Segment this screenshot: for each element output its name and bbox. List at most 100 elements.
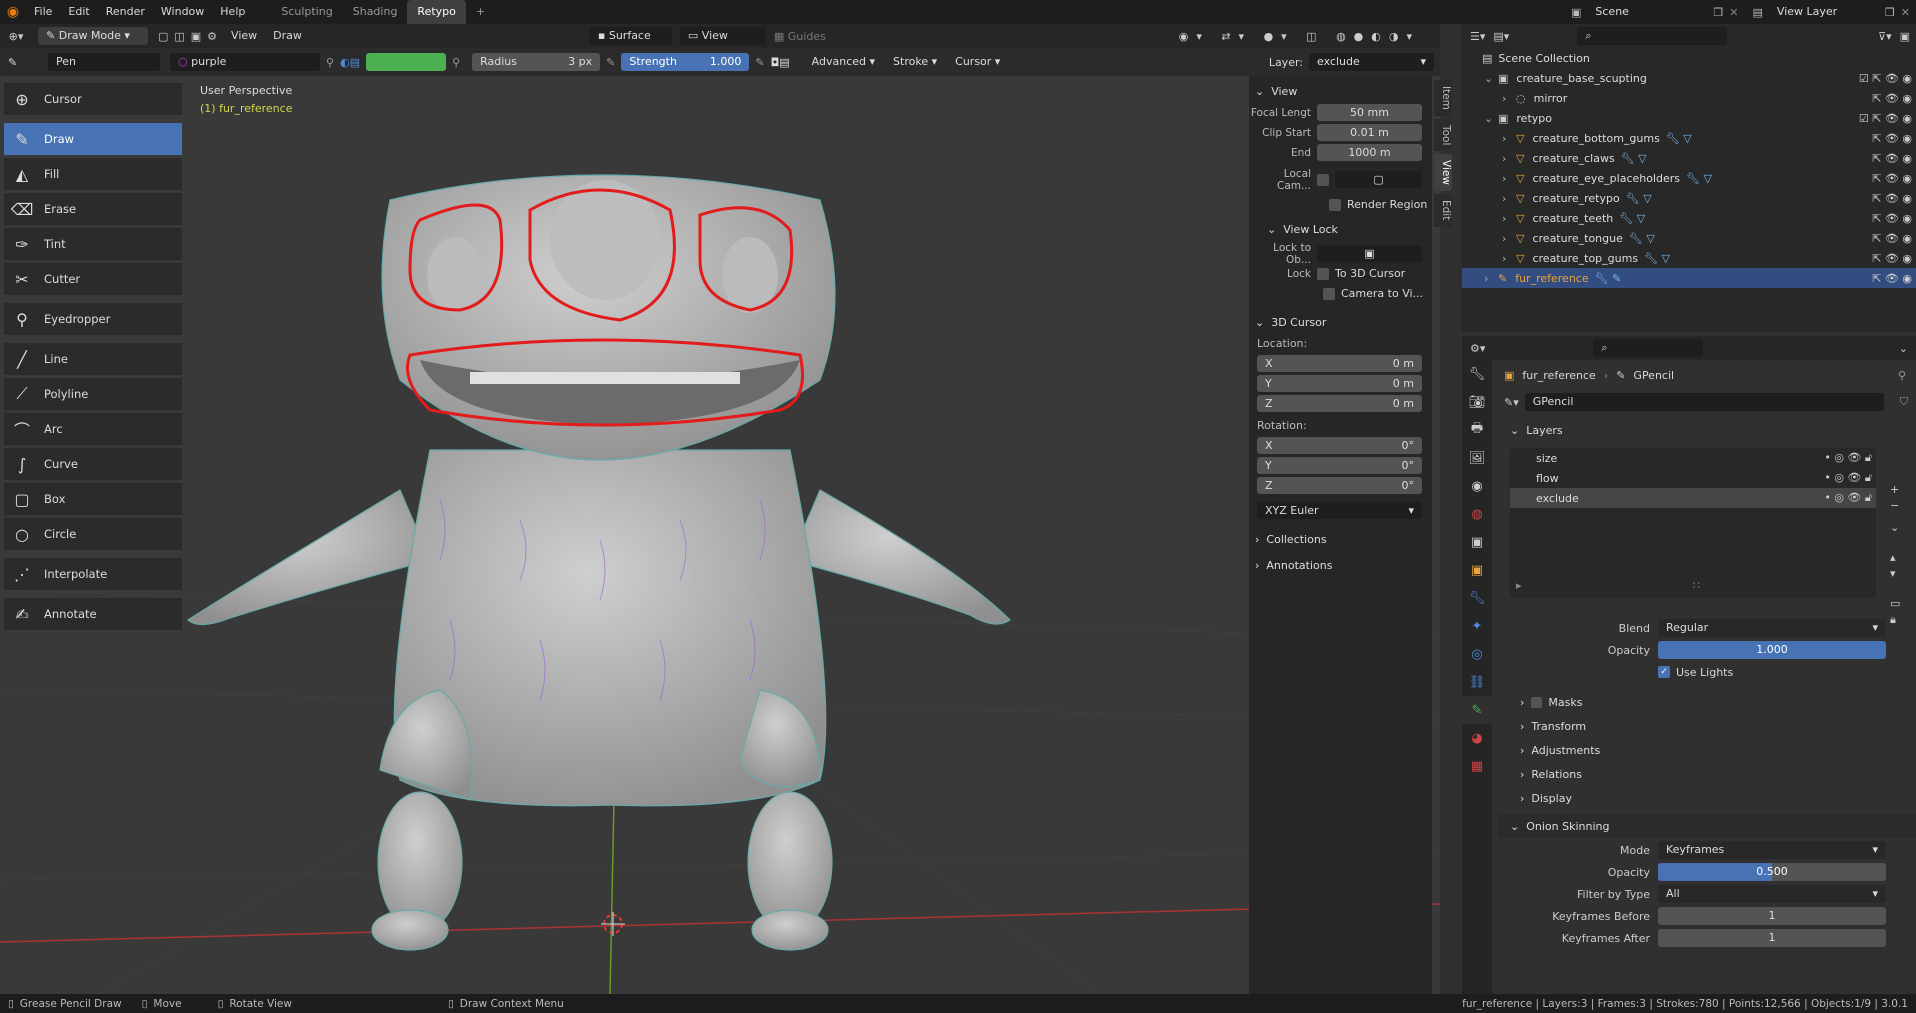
menu-edit[interactable]: Edit bbox=[60, 0, 97, 24]
layer-toggles[interactable]: • ◎ 👁︎ 🔓︎ bbox=[1824, 471, 1872, 485]
gpencil-browse-icon[interactable]: ✎▾ bbox=[1504, 396, 1519, 409]
guides-toggle[interactable]: ▦ Guides bbox=[774, 30, 826, 43]
tool-circle[interactable]: ○ Circle bbox=[4, 518, 182, 550]
collection-props-icon[interactable]: ▣ bbox=[1462, 528, 1492, 556]
delete-view-layer-icon[interactable]: ✕ bbox=[1901, 6, 1910, 19]
new-scene-icon[interactable]: ❐ bbox=[1713, 6, 1723, 19]
add-workspace-button[interactable]: + bbox=[466, 0, 495, 24]
advanced-dropdown[interactable]: Advanced ▾ bbox=[806, 53, 881, 71]
expand-arrow-icon[interactable]: › bbox=[1502, 132, 1516, 145]
local-camera-field[interactable]: ▢ bbox=[1335, 171, 1422, 188]
location-y-field[interactable]: Y0 m bbox=[1257, 375, 1422, 392]
strength-field[interactable]: Strength 1.000 bbox=[621, 53, 750, 71]
visibility-toggles[interactable]: ⇱ 👁︎ ◉ bbox=[1872, 232, 1912, 245]
scene-icon[interactable]: ▣ bbox=[1571, 6, 1581, 19]
visibility-toggles[interactable]: ⇱ 👁︎ ◉ bbox=[1872, 192, 1912, 205]
mode-selector[interactable]: ✎ Draw Mode ▾ bbox=[38, 27, 148, 45]
layer-selector[interactable]: exclude ▾ bbox=[1309, 53, 1434, 71]
properties-editor-icon[interactable]: ⚙▾ bbox=[1470, 342, 1485, 355]
color-mode-icons[interactable]: ◐▤ bbox=[340, 56, 360, 69]
gpencil-data-props-icon[interactable]: ✎ bbox=[1462, 696, 1492, 724]
opacity-slider[interactable]: 1.000 bbox=[1658, 641, 1886, 659]
outliner-item-creature-base-scupting[interactable]: ⌄ ▣ creature_base_scupting ☑ ⇱ 👁︎ ◉ bbox=[1462, 68, 1916, 88]
pin-material-icon[interactable]: ⚲ bbox=[326, 56, 334, 69]
tool-curve[interactable]: ∫ Curve bbox=[4, 448, 182, 480]
sidebar-tab-view[interactable]: View bbox=[1434, 154, 1452, 192]
rotation-y-field[interactable]: Y 0° bbox=[1257, 457, 1422, 474]
layers-section-header[interactable]: ⌄ Layers bbox=[1498, 418, 1916, 442]
outliner-item-retypo[interactable]: ⌄ ▣ retypo ☑ ⇱ 👁︎ ◉ bbox=[1462, 108, 1916, 128]
scene-collection-row[interactable]: ▤ Scene Collection bbox=[1462, 48, 1916, 68]
collections-header[interactable]: › Collections bbox=[1249, 528, 1432, 550]
stroke-dropdown[interactable]: Stroke ▾ bbox=[887, 53, 943, 71]
visibility-toggles[interactable]: ⇱ 👁︎ ◉ bbox=[1872, 152, 1912, 165]
expand-arrow-icon[interactable]: ⌄ bbox=[1484, 72, 1498, 85]
new-view-layer-icon[interactable]: ❐ bbox=[1885, 6, 1895, 19]
expand-arrow-icon[interactable]: › bbox=[1502, 152, 1516, 165]
isolate-layer-button[interactable]: ▭ bbox=[1890, 596, 1906, 612]
visibility-toggles[interactable]: ⇱ 👁︎ ◉ bbox=[1872, 212, 1912, 225]
layer-toggles[interactable]: • ◎ 👁︎ 🔓︎ bbox=[1824, 491, 1872, 505]
texture-props-icon[interactable]: ▦ bbox=[1462, 752, 1492, 780]
move-layer-up-button[interactable]: ▴ bbox=[1890, 550, 1906, 566]
outliner-editor-icon[interactable]: ☰▾ bbox=[1470, 30, 1485, 43]
rotation-z-field[interactable]: Z 0° bbox=[1257, 477, 1422, 494]
particles-props-icon[interactable]: ✦ bbox=[1462, 612, 1492, 640]
relations-header[interactable]: › Relations bbox=[1498, 762, 1916, 786]
menu-draw[interactable]: Draw bbox=[265, 24, 310, 48]
view-layer-icon[interactable]: ▤ bbox=[1753, 6, 1763, 19]
delete-scene-icon[interactable]: ✕ bbox=[1729, 6, 1738, 19]
surface-placement-dropdown[interactable]: ▪ Surface bbox=[589, 27, 672, 45]
tool-cursor[interactable]: ⊕ Cursor bbox=[4, 83, 182, 115]
workspace-tab-retypo[interactable]: Retypo bbox=[407, 0, 466, 24]
use-lights-checkbox[interactable]: ✓ bbox=[1658, 666, 1670, 678]
outliner-item-creature-tongue[interactable]: › ▽ creature_tongue 🔧︎ ▽ ⇱ 👁︎ ◉ bbox=[1462, 228, 1916, 248]
tool-draw[interactable]: ✎ Draw bbox=[4, 123, 182, 155]
menu-help[interactable]: Help bbox=[212, 0, 253, 24]
workspace-tab-shading[interactable]: Shading bbox=[343, 0, 408, 24]
transform-header[interactable]: › Transform bbox=[1498, 714, 1916, 738]
tool-interpolate[interactable]: ⋰ Interpolate bbox=[4, 558, 182, 590]
view-lock-header[interactable]: ⌄ View Lock bbox=[1249, 218, 1432, 240]
menu-view[interactable]: View bbox=[223, 24, 265, 48]
lock-layer-button[interactable]: 🔒︎ bbox=[1890, 612, 1906, 628]
sidebar-tab-edit[interactable]: Edit bbox=[1434, 194, 1452, 227]
visibility-toggles[interactable]: ⇱ 👁︎ ◉ bbox=[1872, 92, 1912, 105]
tool-polyline[interactable]: ⟋ Polyline bbox=[4, 378, 182, 410]
viewport-shading-icons[interactable]: ◉▾ ⇄▾ ●▾ ◫ ◍●◐◑▾ bbox=[1179, 30, 1420, 43]
keyframes-after-field[interactable]: 1 bbox=[1658, 929, 1886, 947]
masks-header[interactable]: › Masks bbox=[1498, 690, 1916, 714]
list-filter-toggle[interactable]: ▸ bbox=[1516, 579, 1522, 592]
list-resize-handle[interactable]: ∷ bbox=[1693, 579, 1700, 592]
layer-specials-button[interactable]: ⌄ bbox=[1890, 520, 1906, 536]
blender-logo-icon[interactable]: ◉ bbox=[0, 4, 26, 20]
focal-length-field[interactable]: 50 mm bbox=[1317, 104, 1422, 121]
strength-pressure-icon[interactable]: ✎ bbox=[755, 56, 764, 69]
expand-arrow-icon[interactable]: › bbox=[1502, 172, 1516, 185]
visibility-toggles[interactable]: ☑ ⇱ 👁︎ ◉ bbox=[1859, 72, 1912, 85]
tool-tint[interactable]: ✑ Tint bbox=[4, 228, 182, 260]
location-z-field[interactable]: Z0 m bbox=[1257, 395, 1422, 412]
expand-arrow-icon[interactable]: › bbox=[1502, 92, 1516, 105]
tool-line[interactable]: ╱ Line bbox=[4, 343, 182, 375]
eyedropper-icon[interactable]: ⚲ bbox=[452, 56, 460, 69]
display-mode-icon[interactable]: ▤▾ bbox=[1493, 30, 1509, 43]
tool-arc[interactable]: ⌒ Arc bbox=[4, 413, 182, 445]
visibility-toggles[interactable]: ⇱ 👁︎ ◉ bbox=[1872, 132, 1912, 145]
outliner-item-creature-top-gums[interactable]: › ▽ creature_top_gums 🔧︎ ▽ ⇱ 👁︎ ◉ bbox=[1462, 248, 1916, 268]
view-layer-selector[interactable]: View Layer bbox=[1768, 3, 1879, 21]
tool-props-icon[interactable]: 🔧︎ bbox=[1462, 360, 1492, 388]
filter-icon[interactable]: ⊽▾ bbox=[1878, 30, 1892, 43]
rotation-x-field[interactable]: X 0° bbox=[1257, 437, 1422, 454]
rotation-mode-dropdown[interactable]: XYZ Euler ▾ bbox=[1257, 502, 1422, 519]
outliner-item-creature-retypo[interactable]: › ▽ creature_retypo 🔧︎ ▽ ⇱ 👁︎ ◉ bbox=[1462, 188, 1916, 208]
local-camera-checkbox[interactable] bbox=[1317, 173, 1329, 186]
outliner-item-creature-bottom-gums[interactable]: › ▽ creature_bottom_gums 🔧︎ ▽ ⇱ 👁︎ ◉ bbox=[1462, 128, 1916, 148]
onion-mode-dropdown[interactable]: Keyframes ▾ bbox=[1658, 841, 1886, 859]
expand-arrow-icon[interactable]: › bbox=[1502, 252, 1516, 265]
expand-arrow-icon[interactable]: ⌄ bbox=[1484, 112, 1498, 125]
add-layer-button[interactable]: + bbox=[1890, 482, 1906, 498]
world-props-icon[interactable]: ◍ bbox=[1462, 500, 1492, 528]
scene-selector[interactable]: Scene bbox=[1587, 3, 1708, 21]
layer-item-size[interactable]: size • ◎ 👁︎ 🔓︎ bbox=[1510, 448, 1876, 468]
